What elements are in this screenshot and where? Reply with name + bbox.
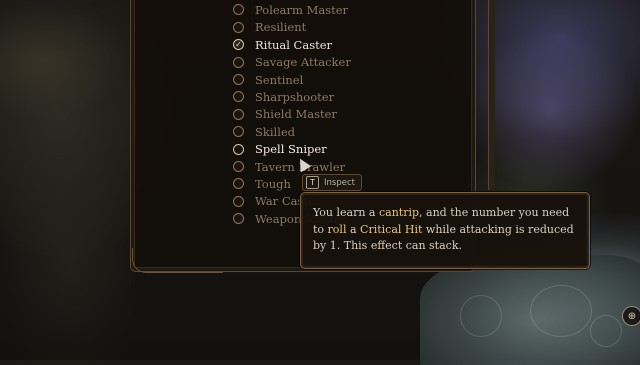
radio-icon[interactable] [233, 143, 244, 155]
feat-label: Spell Sniper [255, 142, 327, 157]
feat-option[interactable]: Shield Master [233, 106, 337, 123]
feat-option[interactable]: Savage Attacker [233, 54, 351, 71]
background-rock-left [0, 0, 135, 360]
rune-circle [460, 295, 502, 337]
feat-label: Skilled [255, 124, 296, 139]
feat-option[interactable]: Sentinel [233, 71, 303, 88]
radio-icon[interactable] [233, 56, 244, 68]
panel-corner-ornament [132, 248, 223, 273]
feat-label: Sentinel [255, 72, 304, 87]
keyword-roll[interactable]: roll [328, 223, 347, 236]
feat-label: Ritual Caster [255, 37, 333, 52]
feat-option[interactable]: Skilled [233, 123, 295, 140]
magnifier-icon[interactable]: ⊕ [622, 306, 640, 326]
keyword-cantrip[interactable]: cantrip [379, 206, 419, 219]
feat-option[interactable]: Polearm Master [233, 1, 348, 18]
keyword-critical-hit[interactable]: Critical Hit [360, 223, 422, 236]
feat-label: Tough [255, 176, 291, 191]
checkmark-icon: ✓ [235, 39, 242, 49]
feat-option[interactable]: Tavern Brawler [233, 158, 345, 175]
feat-tooltip: You learn a cantrip, and the number you … [300, 192, 590, 269]
checked-radio-icon[interactable]: ✓ [233, 39, 244, 51]
tooltip-text-3: a [346, 222, 361, 236]
keyboard-key-icon: T [306, 176, 319, 189]
radio-icon[interactable] [233, 21, 244, 33]
tooltip-description: You learn a cantrip, and the number you … [313, 205, 579, 255]
feat-label: Sharpshooter [255, 89, 335, 104]
radio-icon[interactable] [233, 91, 244, 103]
radio-icon[interactable] [233, 4, 244, 16]
feat-label: Polearm Master [255, 2, 349, 17]
feat-option[interactable]: Spell Sniper [233, 141, 327, 158]
tooltip-text-1: You learn a [313, 206, 379, 219]
inspect-label: Inspect [324, 177, 355, 188]
feat-option[interactable]: Tough [233, 175, 291, 192]
feat-option[interactable]: Resilient [233, 19, 306, 36]
radio-icon[interactable] [233, 126, 244, 138]
feat-label: Savage Attacker [255, 55, 351, 70]
radio-icon[interactable] [233, 161, 244, 172]
inspect-hint[interactable]: T Inspect [302, 174, 362, 191]
feat-option[interactable]: ✓ Ritual Caster [233, 36, 332, 53]
radio-icon[interactable] [233, 108, 244, 120]
feat-label: Shield Master [255, 107, 337, 122]
radio-icon[interactable] [233, 74, 244, 85]
radio-icon[interactable] [233, 195, 244, 207]
feat-label: Resilient [255, 20, 307, 35]
rune-circle [530, 285, 592, 337]
radio-icon[interactable] [233, 178, 244, 190]
panel-edge [488, 0, 495, 190]
feat-option[interactable]: Sharpshooter [233, 88, 334, 105]
radio-icon[interactable] [233, 213, 244, 225]
rune-circle [590, 315, 622, 347]
